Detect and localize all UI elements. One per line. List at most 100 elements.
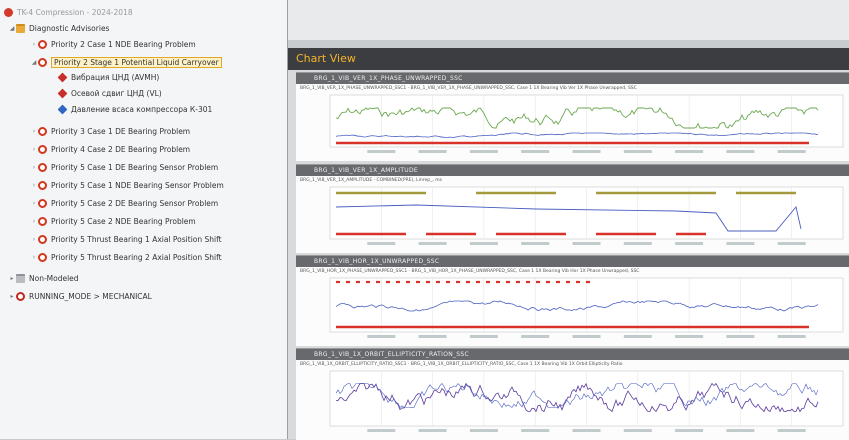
advisory-item[interactable]: › Priority 5 Case 2 DE Bearing Sensor Pro… xyxy=(30,196,218,210)
advisory-item[interactable]: › Priority 3 Case 1 DE Bearing Problem xyxy=(30,124,190,138)
chart-panel[interactable]: BRG_1_VIB_VER_1X_AMPLITUDE BRG_1_VIB_VER_… xyxy=(296,164,849,253)
tree-node-running-mode[interactable]: ▸ RUNNING_MODE > MECHANICAL xyxy=(8,289,152,303)
signal-item[interactable]: Вибрация ЦНД (AVMH) xyxy=(57,70,160,84)
x-tick-label xyxy=(367,150,396,153)
x-tick-label xyxy=(521,429,550,432)
signal-item[interactable]: Давление всаса компрессора К-301 xyxy=(57,102,212,116)
chart-panel[interactable]: BRG_1_VIB_HOR_1X_UNWRAPPED_SSC BRG_1_VIB_… xyxy=(296,255,849,346)
advisory-item-label: Priority 2 Case 1 NDE Bearing Problem xyxy=(51,39,196,49)
chart-panel-legend: BRG_1_VIB_VER_1X_AMPLITUDE · COMBINED(PR… xyxy=(300,178,442,183)
chart-view-title: Chart View xyxy=(288,48,849,70)
expand-arrow-icon[interactable]: ▸ xyxy=(8,275,16,282)
x-tick-label xyxy=(572,429,601,432)
alert-circle-icon xyxy=(38,39,47,49)
tree-root-label: TK-4 Compression - 2024-2018 xyxy=(17,7,133,17)
advisory-item[interactable]: ◢ Priority 2 Stage 1 Potential Liquid Car… xyxy=(30,55,222,69)
x-tick-label xyxy=(675,242,704,245)
status-icon xyxy=(4,7,13,17)
x-tick-label xyxy=(521,335,550,338)
x-tick-label xyxy=(777,335,806,338)
advisory-item-label: Priority 5 Case 1 DE Bearing Sensor Prob… xyxy=(51,162,219,172)
alert-circle-icon xyxy=(38,144,47,154)
x-tick-label xyxy=(572,150,601,153)
expand-arrow-icon[interactable]: › xyxy=(30,41,38,48)
advisory-item-label: Priority 5 Thrust Bearing 1 Axial Positi… xyxy=(51,234,222,244)
expand-arrow-icon[interactable]: › xyxy=(30,254,38,261)
tree-node-label: Non-Modeled xyxy=(29,273,79,283)
x-tick-label xyxy=(726,335,755,338)
expand-arrow-icon[interactable]: ▸ xyxy=(8,293,16,300)
trend-chart xyxy=(329,370,844,432)
advisory-item[interactable]: › Priority 5 Case 1 NDE Bearing Sensor Pr… xyxy=(30,178,224,192)
chart-panel-header[interactable]: BRG_1_VIB_VER_1X_PHASE_UNWRAPPED_SSC xyxy=(296,73,849,84)
advisory-item-label: Priority 4 Case 2 DE Bearing Problem xyxy=(51,144,191,154)
chart-panel-legend: BRG_1_VIB_HOR_1X_PHASE_UNWRAPPED_SSC1 · … xyxy=(300,269,640,274)
x-tick-label xyxy=(367,242,396,245)
asset-tree: TK-4 Compression - 2024-2018 ◢ Diagnosti… xyxy=(0,0,288,439)
chart-panel-header[interactable]: BRG_1_VIB_HOR_1X_UNWRAPPED_SSC xyxy=(296,256,849,267)
chart-panel-header[interactable]: BRG_1_VIB_VER_1X_AMPLITUDE xyxy=(296,165,849,176)
advisory-item[interactable]: › Priority 2 Case 1 NDE Bearing Problem xyxy=(30,37,196,51)
tree-node-non-modeled[interactable]: ▸ Non-Modeled xyxy=(8,271,79,285)
advisory-item[interactable]: › Priority 5 Case 1 DE Bearing Sensor Pro… xyxy=(30,160,218,174)
x-tick-label xyxy=(367,335,396,338)
chart-panel-legend: BRG_1_VIB_1X_ORBIT_ELLIPTICITY_RATIO_SSC… xyxy=(300,362,623,367)
signal-item-label: Вибрация ЦНД (AVMH) xyxy=(71,72,160,82)
x-tick-label xyxy=(726,150,755,153)
tree-root[interactable]: TK-4 Compression - 2024-2018 xyxy=(4,5,133,19)
expand-arrow-icon[interactable]: › xyxy=(30,218,38,225)
x-tick-label xyxy=(469,150,498,153)
chart-panel[interactable]: BRG_1_VIB_1X_ORBIT_ELLIPTICITY_RATION_SS… xyxy=(296,348,849,440)
advisory-item[interactable]: › Priority 5 Thrust Bearing 2 Axial Posit… xyxy=(30,250,222,264)
x-tick-label xyxy=(777,242,806,245)
x-tick-label xyxy=(418,242,447,245)
alert-circle-icon xyxy=(38,252,47,262)
x-tick-label xyxy=(469,335,498,338)
expand-arrow-icon[interactable]: › xyxy=(30,236,38,243)
expand-arrow-icon[interactable]: › xyxy=(30,128,38,135)
expand-arrow-icon[interactable]: › xyxy=(30,182,38,189)
chart-panel[interactable]: BRG_1_VIB_VER_1X_PHASE_UNWRAPPED_SSC BRG_… xyxy=(296,72,849,161)
advisory-item[interactable]: › Priority 5 Thrust Bearing 1 Axial Posit… xyxy=(30,232,222,246)
advisory-item-label: Priority 3 Case 1 DE Bearing Problem xyxy=(51,126,191,136)
x-tick-label xyxy=(469,429,498,432)
x-tick-label xyxy=(418,335,447,338)
blue-tag-icon xyxy=(57,104,68,114)
trend-chart xyxy=(329,186,844,245)
running-mode-icon xyxy=(16,291,25,301)
alert-circle-icon xyxy=(38,180,47,190)
alert-circle-icon xyxy=(38,216,47,226)
alert-circle-icon xyxy=(38,126,47,136)
collapse-arrow-icon[interactable]: ◢ xyxy=(8,25,16,32)
advisory-item-label: Priority 5 Case 1 NDE Bearing Sensor Pro… xyxy=(51,180,224,190)
x-tick-label xyxy=(367,429,396,432)
alert-circle-icon xyxy=(38,234,47,244)
tree-node-label: RUNNING_MODE > MECHANICAL xyxy=(29,291,152,301)
x-tick-label xyxy=(572,335,601,338)
trend-chart xyxy=(329,277,844,338)
x-tick-label xyxy=(777,429,806,432)
folder-icon xyxy=(16,23,25,33)
collapse-arrow-icon[interactable]: ◢ xyxy=(30,59,38,66)
x-tick-label xyxy=(675,150,704,153)
expand-arrow-icon[interactable]: › xyxy=(30,200,38,207)
x-tick-label xyxy=(675,429,704,432)
x-tick-label xyxy=(623,150,652,153)
x-tick-label xyxy=(572,242,601,245)
chart-panel-header[interactable]: BRG_1_VIB_1X_ORBIT_ELLIPTICITY_RATION_SS… xyxy=(296,349,849,360)
red-tag-icon xyxy=(57,72,68,82)
x-tick-label xyxy=(418,429,447,432)
signal-item-label: Осевой сдвиг ЦНД (VL) xyxy=(71,88,162,98)
advisory-item[interactable]: › Priority 4 Case 2 DE Bearing Problem xyxy=(30,142,190,156)
x-tick-label xyxy=(623,242,652,245)
expand-arrow-icon[interactable]: › xyxy=(30,164,38,171)
advisory-item[interactable]: › Priority 5 Case 2 NDE Bearing Problem xyxy=(30,214,196,228)
advisory-item-label: Priority 2 Stage 1 Potential Liquid Carr… xyxy=(51,56,222,68)
alert-circle-icon xyxy=(38,57,47,67)
tree-node-advisories[interactable]: ◢ Diagnostic Advisories xyxy=(8,21,109,35)
expand-arrow-icon[interactable]: › xyxy=(30,146,38,153)
signal-item[interactable]: Осевой сдвиг ЦНД (VL) xyxy=(57,86,162,100)
alert-circle-icon xyxy=(38,162,47,172)
x-tick-label xyxy=(469,242,498,245)
chart-panel-legend: BRG_1_VIB_VER_1X_PHASE_UNWRAPPED_SSC1 · … xyxy=(300,86,637,91)
